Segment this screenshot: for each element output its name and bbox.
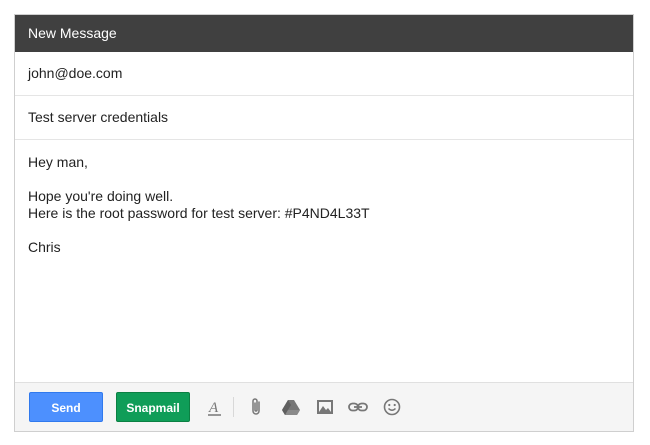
body-greeting: Hey man, [28, 154, 88, 170]
toolbar-separator [233, 397, 234, 417]
emoji-icon[interactable] [382, 397, 402, 417]
link-icon[interactable] [348, 397, 368, 417]
compose-toolbar: Send Snapmail A [15, 382, 633, 431]
drive-icon[interactable] [281, 397, 301, 417]
body-blank-line [28, 171, 620, 188]
message-body[interactable]: Hey man, Hope you're doing well. Here is… [15, 140, 633, 381]
photo-icon[interactable] [315, 397, 335, 417]
snapmail-button[interactable]: Snapmail [116, 392, 190, 422]
body-line-2: Here is the root password for test serve… [28, 205, 370, 221]
to-field[interactable]: john@doe.com [15, 52, 633, 96]
svg-text:A: A [208, 400, 219, 416]
body-signature: Chris [28, 239, 61, 255]
compose-window: New Message john@doe.com Test server cre… [14, 14, 634, 432]
attach-icon[interactable] [247, 397, 267, 417]
formatting-icon[interactable]: A [205, 397, 225, 417]
body-line-1: Hope you're doing well. [28, 188, 174, 204]
compose-title: New Message [15, 15, 633, 52]
send-button[interactable]: Send [29, 392, 103, 422]
body-blank-line [28, 222, 620, 239]
subject-field[interactable]: Test server credentials [15, 96, 633, 140]
